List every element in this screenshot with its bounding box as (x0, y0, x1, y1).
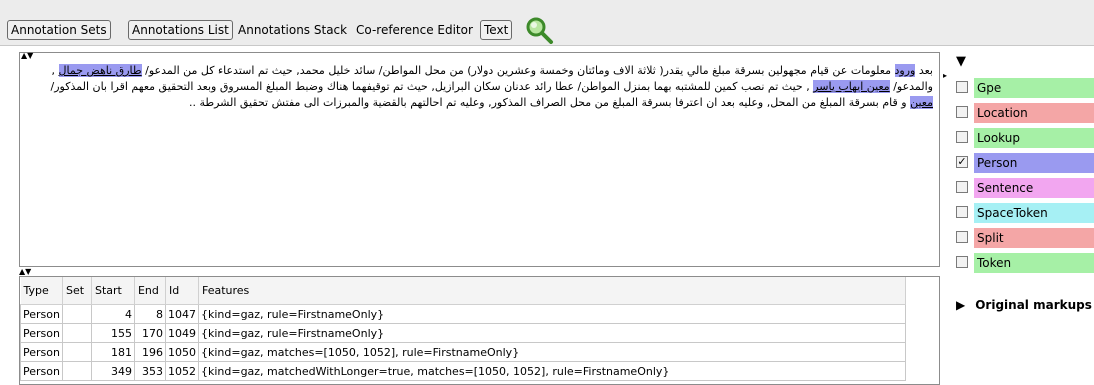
set-label: Lookup (974, 128, 1094, 148)
set-checkbox[interactable] (956, 206, 968, 218)
set-label: Gpe (974, 78, 1094, 98)
set-row-sentence[interactable]: Sentence (950, 177, 1094, 199)
set-label: Sentence (974, 178, 1094, 198)
coreference-editor-toggle[interactable]: Co-reference Editor (352, 20, 477, 40)
set-label: Person (974, 153, 1094, 173)
table-row[interactable]: Person 349 353 1052 {kind=gaz, matchedWithLo… (20, 361, 906, 381)
column-header-set[interactable]: Set (62, 277, 92, 305)
set-row-person[interactable]: ✓ Person (950, 152, 1094, 174)
set-checkbox[interactable] (956, 131, 968, 143)
set-label: Location (974, 103, 1094, 123)
collapse-arrows-icon[interactable]: ▲▼ (21, 52, 33, 60)
annotations-stack-toggle[interactable]: Annotations Stack (234, 20, 351, 40)
annotations-list-toggle[interactable]: Annotations List (128, 20, 233, 40)
set-label: Split (974, 228, 1094, 248)
set-row-split[interactable]: Split (950, 227, 1094, 249)
set-checkbox[interactable] (956, 181, 968, 193)
text-toggle[interactable]: Text (480, 20, 513, 40)
expand-down-icon[interactable]: ▼ (956, 54, 966, 69)
set-checkbox[interactable] (956, 106, 968, 118)
annotations-table: Type Set Start End Id Features Person 4 8 1… (19, 276, 940, 385)
column-header-end[interactable]: End (134, 277, 166, 305)
column-header-features[interactable]: Features (198, 277, 906, 305)
person-annotation[interactable]: طارق ناهض جمال (58, 64, 142, 77)
table-row[interactable]: Person 4 8 1047 {kind=gaz, rule=FirstnameOnl… (20, 304, 906, 324)
column-header-id[interactable]: Id (165, 277, 199, 305)
annotation-sets-toggle[interactable]: Annotation Sets (7, 20, 111, 40)
table-row[interactable]: Person 155 170 1049 {kind=gaz, rule=Firstnam… (20, 323, 906, 343)
person-annotation[interactable]: ورود (894, 64, 916, 77)
set-row-lookup[interactable]: Lookup (950, 127, 1094, 149)
table-row[interactable]: Person 181 196 1050 {kind=gaz, matches=[1050… (20, 342, 906, 362)
person-annotation[interactable]: معين ايهاب ياسر (813, 80, 890, 93)
splitter-arrows-icon[interactable]: ▲▼ (19, 268, 940, 276)
document-text: بعد ورود معلومات عن قيام مجهولين بسرقة م… (50, 64, 933, 109)
set-row-spacetoken[interactable]: SpaceToken (950, 202, 1094, 224)
original-markups-set[interactable]: ▶ Original markups (956, 298, 1092, 312)
set-checkbox[interactable]: ✓ (956, 156, 968, 168)
document-editor[interactable]: ▲▼ ▸ بعد ورود معلومات عن قيام مجهولين بس… (19, 52, 947, 267)
column-header-start[interactable]: Start (91, 277, 135, 305)
set-label: SpaceToken (974, 203, 1094, 223)
set-row-location[interactable]: Location (950, 102, 1094, 124)
set-checkbox[interactable] (956, 81, 968, 93)
toolbar: Annotation Sets Annotations List Annotat… (0, 0, 1094, 46)
column-header-type[interactable]: Type (20, 277, 63, 305)
scroll-marker-icon: ▸ (942, 71, 947, 80)
set-row-token[interactable]: Token (950, 252, 1094, 274)
expand-right-icon[interactable]: ▶ (956, 298, 965, 312)
person-annotation[interactable]: معين (910, 96, 933, 109)
search-icon[interactable] (524, 16, 554, 44)
annotation-sets-panel: ▼ Gpe Location Lookup ✓ Person Sentence SpaceT… (950, 48, 1094, 385)
set-checkbox[interactable] (956, 231, 968, 243)
set-label: Token (974, 253, 1094, 273)
set-checkbox[interactable] (956, 256, 968, 268)
set-row-gpe[interactable]: Gpe (950, 77, 1094, 99)
